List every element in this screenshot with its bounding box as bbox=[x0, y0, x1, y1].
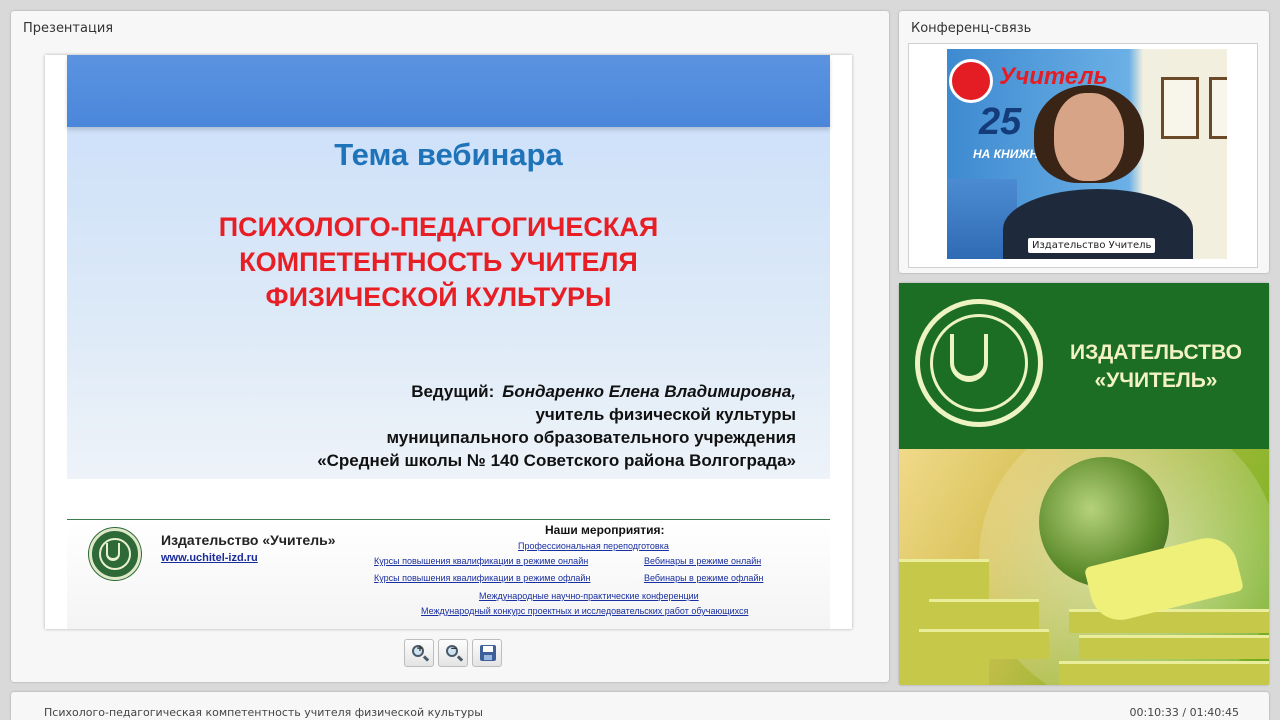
conference-panel: Конференц-связь Учитель 25 НА КНИЖН Изда… bbox=[899, 11, 1269, 273]
event-link[interactable]: Профессиональная переподготовка bbox=[518, 541, 669, 551]
video-image: Учитель 25 НА КНИЖН bbox=[947, 49, 1227, 259]
save-icon bbox=[480, 645, 496, 661]
zoom-in-button[interactable]: + bbox=[404, 639, 434, 667]
brand-books-image bbox=[899, 449, 1269, 685]
presentation-panel-title: Презентация bbox=[23, 21, 114, 36]
event-link[interactable]: Международный конкурс проектных и исслед… bbox=[421, 606, 748, 616]
status-bar: Психолого-педагогическая компетентность … bbox=[11, 692, 1269, 720]
brand-banner: ИЗДАТЕЛЬСТВО «УЧИТЕЛЬ» bbox=[899, 283, 1269, 449]
event-link[interactable]: Вебинары в режиме онлайн bbox=[644, 556, 761, 566]
brand-logo-icon bbox=[915, 299, 1043, 427]
event-link[interactable]: Курсы повышения квалификации в режиме оф… bbox=[374, 573, 590, 583]
webinar-title: Психолого-педагогическая компетентность … bbox=[44, 706, 483, 719]
slide-main-area: Тема вебинара ПСИХОЛОГО-ПЕДАГОГИЧЕСКАЯ К… bbox=[67, 55, 830, 479]
poster-number: 25 bbox=[979, 101, 1022, 143]
presenter-label: Ведущий: bbox=[411, 382, 495, 401]
conference-panel-title: Конференц-связь bbox=[911, 21, 1032, 36]
event-link[interactable]: Курсы повышения квалификации в режиме он… bbox=[374, 556, 588, 566]
poster-logo-icon bbox=[949, 59, 993, 103]
brand-panel: ИЗДАТЕЛЬСТВО «УЧИТЕЛЬ» bbox=[899, 283, 1269, 685]
publisher-logo-icon bbox=[89, 528, 141, 580]
slide-heading: Тема вебинара bbox=[334, 137, 563, 172]
brand-name: ИЗДАТЕЛЬСТВО «УЧИТЕЛЬ» bbox=[1070, 341, 1242, 392]
slide-topic: ПСИХОЛОГО-ПЕДАГОГИЧЕСКАЯ КОМПЕТЕНТНОСТЬ … bbox=[218, 212, 659, 312]
slide: Тема вебинара ПСИХОЛОГО-ПЕДАГОГИЧЕСКАЯ К… bbox=[45, 55, 852, 629]
slide-top-bar bbox=[67, 55, 830, 127]
event-link[interactable]: Международные научно-практические конфер… bbox=[479, 591, 699, 601]
presentation-panel: Презентация Тема вебинара ПСИХОЛОГО-ПЕДА… bbox=[11, 11, 889, 682]
video-feed[interactable]: Учитель 25 НА КНИЖН Издательство Учитель bbox=[908, 43, 1258, 268]
event-link[interactable]: Вебинары в режиме офлайн bbox=[644, 573, 763, 583]
footer-publisher-name: Издательство «Учитель» bbox=[161, 532, 336, 548]
footer-site-link[interactable]: www.uchitel-izd.ru bbox=[161, 552, 258, 564]
playback-time: 00:10:33 / 01:40:45 bbox=[1129, 706, 1239, 719]
presenter-info: Ведущий: Бондаренко Елена Владимировна, у… bbox=[317, 380, 796, 472]
presenter-line: муниципального образовательного учрежден… bbox=[386, 428, 796, 447]
presenter-line: «Средней школы № 140 Советского района В… bbox=[317, 451, 796, 470]
events-title: Наши мероприятия: bbox=[545, 523, 665, 537]
poster-subtitle: НА КНИЖН bbox=[973, 147, 1039, 161]
video-participant-label: Издательство Учитель bbox=[1028, 238, 1156, 253]
presenter-line: учитель физической культуры bbox=[535, 405, 796, 424]
presenter-name: Бондаренко Елена Владимировна, bbox=[502, 382, 796, 401]
slide-footer: Издательство «Учитель» www.uchitel-izd.r… bbox=[67, 519, 830, 629]
zoom-out-button[interactable]: − bbox=[438, 639, 468, 667]
save-button[interactable] bbox=[472, 639, 502, 667]
